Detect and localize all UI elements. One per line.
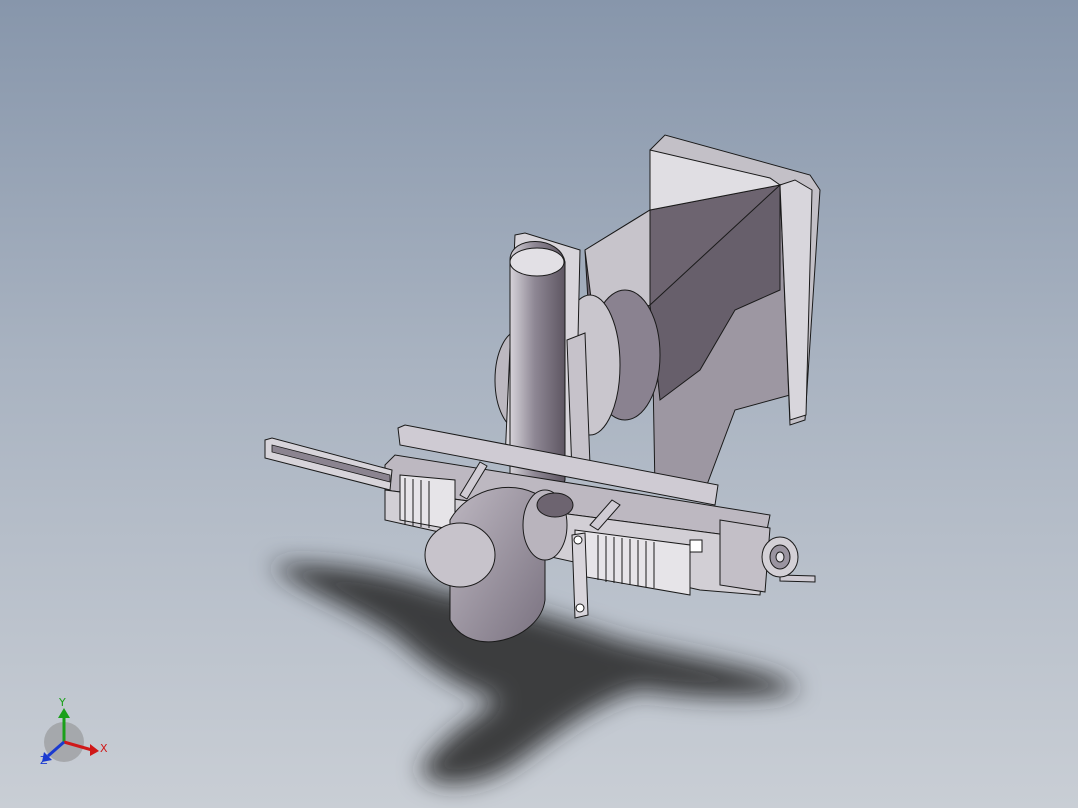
left-rail — [264, 437, 393, 491]
triad-z-label: Z — [40, 754, 48, 767]
model-scene[interactable]: Y X Z — [0, 0, 1078, 808]
view-orientation-triad[interactable]: Y X Z — [40, 696, 108, 767]
y-axis-arrow-icon — [58, 708, 70, 718]
graphics-viewport[interactable]: Y X Z — [0, 0, 1078, 808]
triad-y-label: Y — [58, 696, 66, 709]
triad-x-label: X — [100, 742, 108, 755]
x-axis-arrow-icon — [90, 744, 99, 756]
handwheel — [761, 536, 799, 578]
link-bar — [571, 532, 589, 619]
